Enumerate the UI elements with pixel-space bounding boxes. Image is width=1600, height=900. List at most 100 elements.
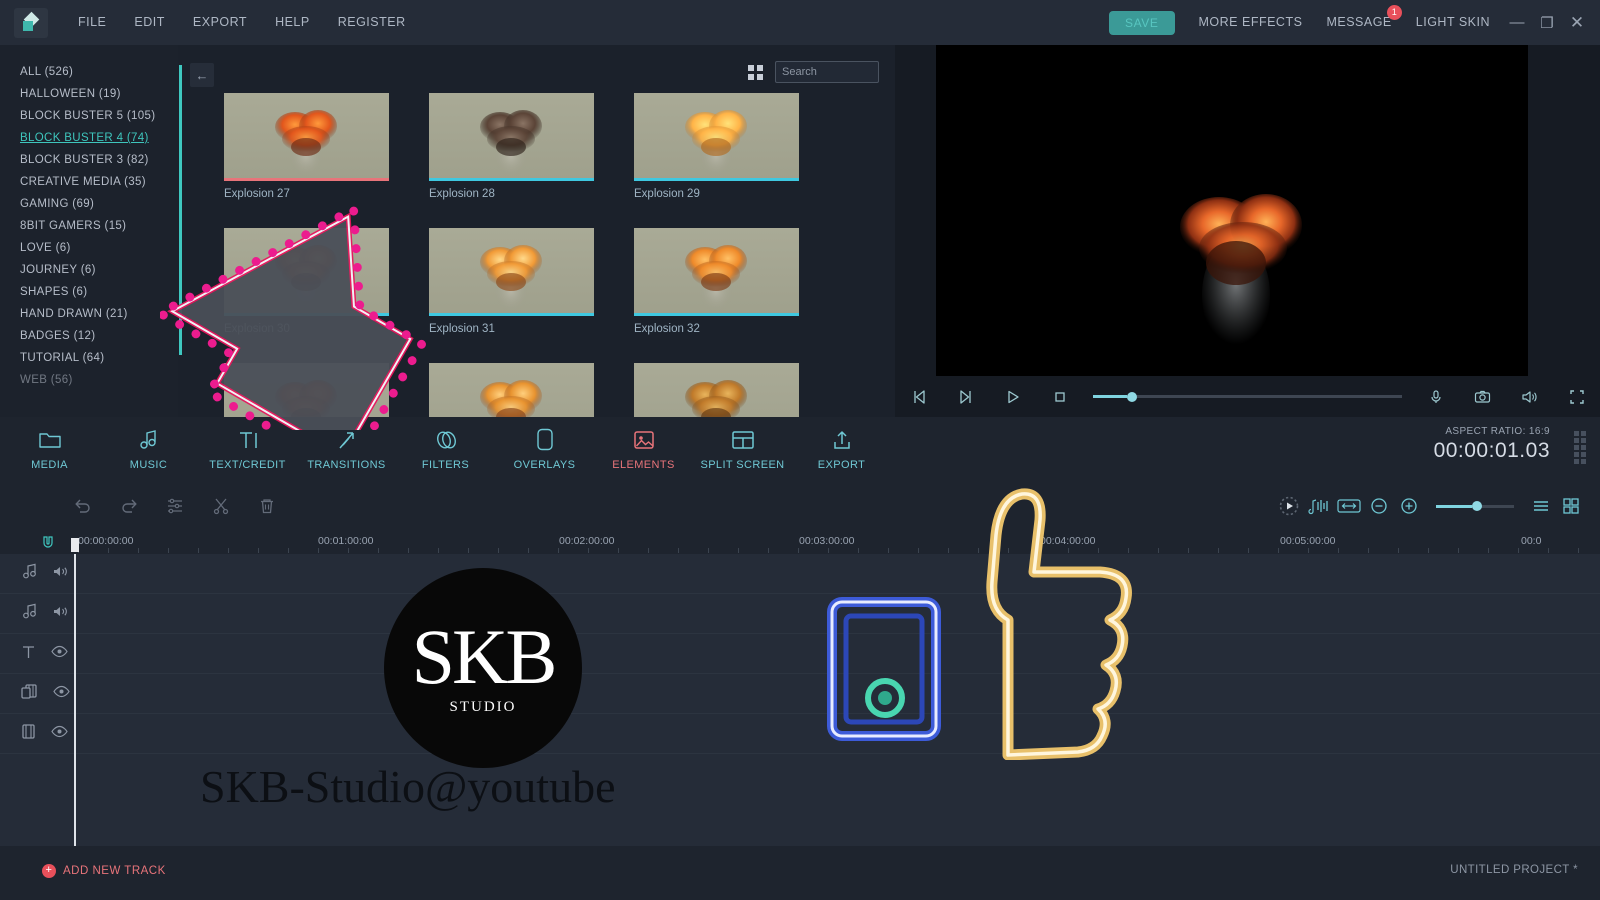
category-item[interactable]: SHAPES (6)	[0, 281, 178, 303]
tab-elements[interactable]: ELEMENTS	[594, 427, 693, 471]
film-icon[interactable]	[20, 723, 37, 745]
tab-export[interactable]: EXPORT	[792, 427, 891, 471]
playhead[interactable]	[74, 554, 76, 846]
tab-filters[interactable]: FILTERS	[396, 427, 495, 471]
trash-icon[interactable]	[244, 480, 290, 532]
snap-magnet-icon[interactable]	[42, 536, 54, 552]
save-button[interactable]: SAVE	[1108, 10, 1175, 35]
eye-icon[interactable]	[53, 685, 70, 703]
element-thumbnail[interactable]	[224, 228, 389, 316]
add-new-track-button[interactable]: + ADD NEW TRACK	[42, 864, 166, 878]
element-thumbnail[interactable]	[224, 363, 389, 417]
fit-icon[interactable]	[1334, 480, 1364, 532]
element-thumbnail[interactable]	[224, 93, 389, 181]
video-track[interactable]	[0, 714, 1600, 754]
element-grid-item[interactable]: Explosion 30	[224, 228, 429, 363]
tab-media[interactable]: MEDIA	[0, 427, 99, 471]
scissors-icon[interactable]	[198, 480, 244, 532]
jump-to-start-button[interactable]	[895, 376, 942, 417]
category-item[interactable]: WEB (56)	[0, 369, 178, 391]
music-note-icon[interactable]	[20, 563, 39, 585]
element-grid-item[interactable]: Explosion 27	[224, 93, 429, 228]
element-thumbnail[interactable]	[429, 363, 594, 417]
zoom-in-button[interactable]	[1394, 480, 1424, 532]
audio-track-1[interactable]	[0, 594, 1600, 634]
element-thumbnail[interactable]	[634, 363, 799, 417]
category-item[interactable]: JOURNEY (6)	[0, 259, 178, 281]
category-item[interactable]: BADGES (12)	[0, 325, 178, 347]
video-preview[interactable]	[936, 45, 1528, 376]
preview-progress-slider[interactable]	[1083, 376, 1412, 417]
category-item[interactable]: TUTORIAL (64)	[0, 347, 178, 369]
text-t-icon[interactable]	[20, 643, 37, 665]
tab-text-credit[interactable]: TEXT/CREDIT	[198, 427, 297, 471]
music-note-icon[interactable]	[20, 603, 39, 625]
list-icon[interactable]	[1526, 480, 1556, 532]
element-grid-item[interactable]: Explosion 31	[429, 228, 634, 363]
render-play-icon[interactable]	[1274, 480, 1304, 532]
undo-button[interactable]	[60, 480, 106, 532]
sliders-icon[interactable]	[152, 480, 198, 532]
category-item[interactable]: BLOCK BUSTER 3 (82)	[0, 149, 178, 171]
eye-icon[interactable]	[51, 645, 68, 663]
resize-grip-icon[interactable]	[1574, 431, 1586, 464]
timeline-ruler[interactable]: 00:00:00:00 00:01:00:00 00:02:00:00 00:03:0…	[0, 532, 1600, 554]
speaker-icon[interactable]	[1506, 376, 1553, 417]
layers-icon[interactable]	[20, 683, 39, 705]
category-item[interactable]: HAND DRAWN (21)	[0, 303, 178, 325]
category-item[interactable]: LOVE (6)	[0, 237, 178, 259]
menu-edit[interactable]: EDIT	[120, 0, 178, 45]
collapse-panel-button[interactable]: ←	[190, 63, 214, 87]
library-scrollbar[interactable]	[178, 57, 184, 407]
eye-icon[interactable]	[51, 725, 68, 743]
restore-icon[interactable]: ❐	[1532, 0, 1562, 45]
text-track[interactable]	[0, 634, 1600, 674]
element-thumbnail[interactable]	[429, 93, 594, 181]
element-grid-item[interactable]: Explosion 29	[634, 93, 839, 228]
grid-icon[interactable]	[1556, 480, 1586, 532]
menu-register[interactable]: REGISTER	[324, 0, 420, 45]
grid-view-icon[interactable]	[748, 64, 763, 80]
audio-track-2[interactable]	[0, 554, 1600, 594]
menu-file[interactable]: FILE	[64, 0, 120, 45]
category-item[interactable]: BLOCK BUSTER 4 (74)	[0, 127, 178, 149]
search-box[interactable]	[775, 61, 929, 83]
element-grid-item[interactable]: Explosion 33	[224, 363, 429, 417]
tab-overlays[interactable]: OVERLAYS	[495, 427, 594, 471]
timeline-zoom-slider[interactable]	[1436, 501, 1514, 511]
overlay-track[interactable]	[0, 674, 1600, 714]
fullscreen-icon[interactable]	[1553, 376, 1600, 417]
speaker-icon[interactable]	[53, 565, 70, 583]
category-item[interactable]: BLOCK BUSTER 5 (105)	[0, 105, 178, 127]
tab-split-screen[interactable]: SPLIT SCREEN	[693, 427, 792, 471]
category-item[interactable]: HALLOWEEN (19)	[0, 83, 178, 105]
camera-icon[interactable]	[1459, 376, 1506, 417]
category-item[interactable]: 8BIT GAMERS (15)	[0, 215, 178, 237]
light-skin-button[interactable]: LIGHT SKIN	[1404, 0, 1502, 45]
minimize-icon[interactable]: —	[1502, 0, 1532, 45]
element-thumbnail[interactable]	[634, 93, 799, 181]
menu-export[interactable]: EXPORT	[179, 0, 261, 45]
zoom-out-button[interactable]	[1364, 480, 1394, 532]
play-button[interactable]	[989, 376, 1036, 417]
tab-music[interactable]: MUSIC	[99, 427, 198, 471]
element-thumbnail[interactable]	[634, 228, 799, 316]
redo-button[interactable]	[106, 480, 152, 532]
message-button[interactable]: MESSAGE 1	[1314, 0, 1403, 45]
element-grid-item[interactable]: Explosion 28	[429, 93, 634, 228]
close-icon[interactable]: ✕	[1562, 0, 1592, 45]
playhead-handle[interactable]	[71, 538, 79, 552]
element-grid-item[interactable]: Explosion 32	[634, 228, 839, 363]
element-grid-item[interactable]: Explosion 34	[429, 363, 634, 417]
mic-icon[interactable]	[1412, 376, 1459, 417]
speaker-icon[interactable]	[53, 605, 70, 623]
element-thumbnail[interactable]	[429, 228, 594, 316]
category-item[interactable]: CREATIVE MEDIA (35)	[0, 171, 178, 193]
stop-button[interactable]	[1036, 376, 1083, 417]
element-grid-item[interactable]: Explosion 35	[634, 363, 839, 417]
menu-help[interactable]: HELP	[261, 0, 324, 45]
waveform-icon[interactable]	[1304, 480, 1334, 532]
category-item[interactable]: ALL (526)	[0, 61, 178, 83]
tab-transitions[interactable]: TRANSITIONS	[297, 427, 396, 471]
previous-frame-button[interactable]	[942, 376, 989, 417]
